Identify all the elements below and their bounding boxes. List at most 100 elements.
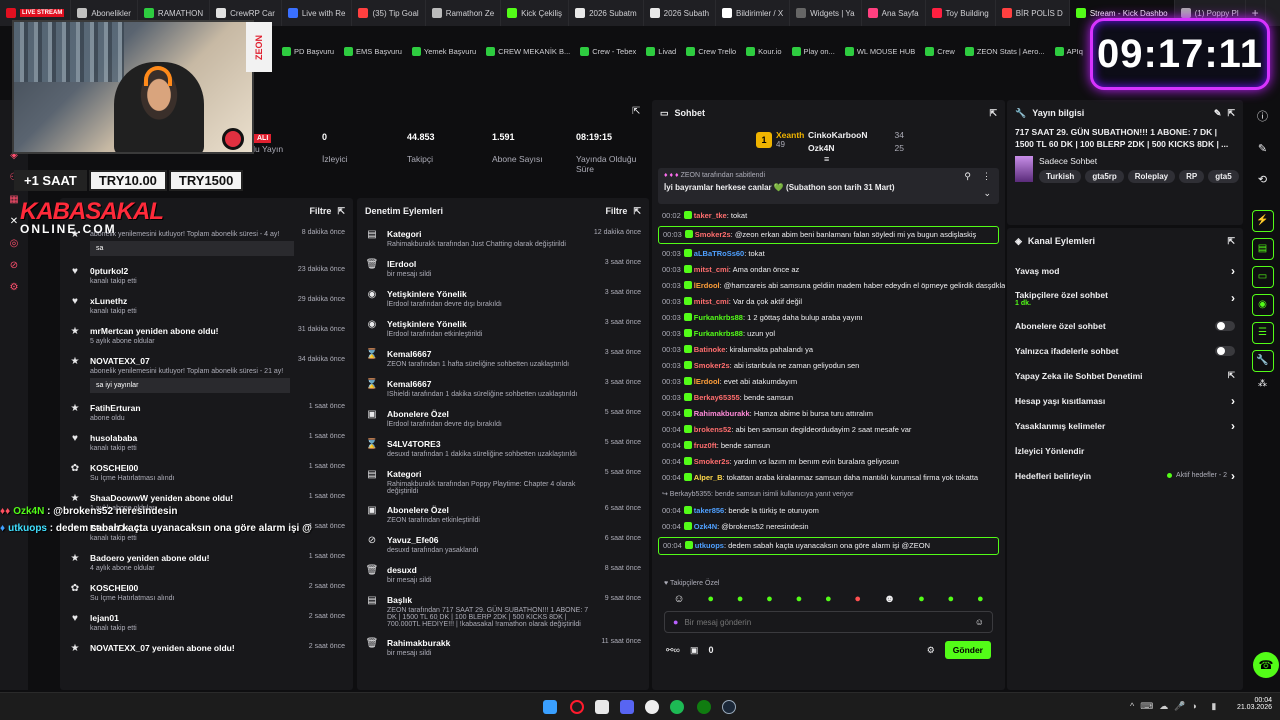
support-icon[interactable]: ☎	[1253, 652, 1279, 678]
activity-item[interactable]: ✿ KOSCHEI00 Su İçme Hatırlatması alındı 2 s…	[60, 578, 353, 608]
chat-message[interactable]: 00:03 aLBaTRoSs60: tokat	[652, 246, 1005, 262]
toggle-switch[interactable]	[1215, 345, 1235, 356]
moderation-item[interactable]: ◉ Yetişkinlere Yönelik lErdool tarafından …	[357, 284, 649, 314]
moderation-item[interactable]: 🗑 Rahimakburakk bir mesajı sildi 11 saat ön…	[357, 633, 649, 663]
chat-message[interactable]: 00:04 taker856: bende la türkiş te oturuy…	[652, 503, 1005, 519]
action-control[interactable]: ›	[1231, 291, 1235, 305]
expand-icon[interactable]: ⇱	[1227, 108, 1235, 119]
emote-icon[interactable]: ●	[918, 593, 925, 605]
grid-icon[interactable]: ▦	[7, 194, 21, 208]
pinned-message[interactable]: ♦ ♦ ♦ ZEON tarafından sabitlendi İyi bay…	[658, 168, 999, 204]
chat-username[interactable]: brokens52	[694, 425, 732, 434]
chat-message[interactable]: 00:04 Ozk4N: @brokens52 neresindesin	[652, 519, 1005, 535]
expand-icon[interactable]: ⇱	[989, 108, 997, 119]
emote-icon[interactable]: ●	[825, 593, 832, 605]
bookmark[interactable]: Crew	[925, 46, 955, 56]
expand-icon[interactable]: ⇱	[337, 206, 345, 217]
emote-icon[interactable]: ●	[977, 593, 984, 605]
action-control[interactable]: ⇱	[1228, 370, 1235, 381]
activity-item[interactable]: ★ FatihErturan abone oldu 1 saat önce	[60, 398, 353, 428]
activity-item[interactable]: ★ NOVATEXX_07 abonelik yenilemesini kutluy…	[60, 351, 353, 398]
bookmark[interactable]: Yemek Başvuru	[411, 46, 476, 56]
activity-item[interactable]: ✿ KOSCHEI00 Su İçme Hatırlatması alındı 1 s…	[60, 458, 353, 488]
chat-input[interactable]	[684, 617, 969, 627]
top-gifter[interactable]: CinkoKarbooN 34	[808, 130, 904, 140]
browser-tab[interactable]: Widgets | Ya	[790, 0, 862, 26]
chat-message[interactable]: 00:03 Furkankrbs88: uzun yol	[652, 326, 1005, 342]
bookmark[interactable]: Crew Trello	[686, 46, 736, 56]
pin-icon[interactable]: ⚲	[964, 171, 971, 182]
send-button[interactable]: Gönder	[944, 641, 991, 659]
emote-icon[interactable]: ●	[948, 593, 955, 605]
chat-message[interactable]: 00:04 Smoker2s: yardım vs lazım mı benım …	[652, 454, 1005, 470]
channel-action[interactable]: Yasaklanmış kelimeler ›	[1007, 413, 1243, 438]
expand-icon[interactable]: ⇱	[633, 206, 641, 217]
chat-username[interactable]: fruz0ft	[694, 441, 717, 450]
info-icon[interactable]: ⓘ	[1245, 108, 1280, 124]
chat-message[interactable]: 00:03 Berkay65355: bende samsun	[652, 390, 1005, 406]
chat-message[interactable]: 00:04 Rahimakburakk: Hamza abime bi bursa…	[652, 406, 1005, 422]
chat-username[interactable]: mitst_cmi	[694, 297, 729, 306]
channel-action[interactable]: Yapay Zeka ile Sohbet Denetimi ⇱	[1007, 363, 1243, 388]
chat-message[interactable]: 00:03 Smoker2s: abi istanbula ne zaman ge…	[652, 358, 1005, 374]
app-icon[interactable]	[595, 700, 609, 714]
moderation-item[interactable]: 🗑 desuxd bir mesajı sildi 8 saat önce	[357, 560, 649, 590]
chat-message[interactable]: 00:04 utkuops: dedem sabah kaçta uyanacak…	[658, 537, 999, 555]
action-control[interactable]: ›	[1231, 419, 1235, 433]
chat-message[interactable]: 00:03 mitst_cmi: Var da çok aktif değil	[652, 294, 1005, 310]
filter-button[interactable]: Filtre	[605, 206, 627, 216]
chat-message[interactable]: 00:04 Alper_B: tokattan araba kiralanmaz …	[652, 470, 1005, 486]
filter-button[interactable]: Filtre	[309, 206, 331, 216]
windows-start-icon[interactable]	[543, 700, 557, 714]
browser-tab[interactable]: Toy Building	[926, 0, 996, 26]
bookmark[interactable]: Kour.io	[746, 46, 782, 56]
collapse-icon[interactable]: ≡	[824, 154, 829, 164]
emote-icon[interactable]: ☺	[673, 593, 684, 605]
chat-bubble-icon[interactable]: ▭	[1251, 266, 1274, 288]
action-control[interactable]	[1215, 320, 1235, 331]
moderation-item[interactable]: ▣ Abonelere Özel ZEON tarafından etkinleşt…	[357, 500, 649, 530]
edit-icon[interactable]: ✎	[1214, 108, 1222, 119]
chat-username[interactable]: lErdool	[694, 281, 720, 290]
emoji-icon[interactable]: ☺	[975, 617, 984, 627]
chat-message[interactable]: ↪ Berkayb5355: bende samsun isimli kulla…	[652, 486, 1005, 503]
bookmark[interactable]: ZEON Stats | Aero...	[964, 46, 1045, 56]
bookmark[interactable]: Crew - Tebex	[580, 46, 636, 56]
moderation-item[interactable]: 🗑 lErdool bir mesajı sildi 3 saat önce	[357, 254, 649, 284]
chat-message[interactable]: 00:04 fruz0ft: bende samsun	[652, 438, 1005, 454]
taskbar-clock[interactable]: 00:04 21.03.2026	[1228, 697, 1272, 711]
discord-icon[interactable]	[620, 700, 634, 714]
top-gifter[interactable]: Ozk4N 25	[808, 143, 904, 153]
spotify-icon[interactable]	[670, 700, 684, 714]
top-gifter[interactable]: 1 Xeanth 49	[756, 130, 804, 149]
xbox-icon[interactable]	[697, 700, 711, 714]
emote-icon[interactable]: ●	[766, 593, 773, 605]
chat-username[interactable]: Ozk4N	[694, 522, 717, 531]
moderation-item[interactable]: ⌛ Kemal6667 ZEON tarafından 1 hafta süreli…	[357, 344, 649, 374]
action-control[interactable]: ›	[1231, 264, 1235, 278]
moderation-item[interactable]: ▣ Abonelere Özel lErdool tarafından devre …	[357, 404, 649, 434]
channel-action[interactable]: Hesap yaşı kısıtlaması ›	[1007, 388, 1243, 413]
activity-item[interactable]: ★ NOVATEXX_07 yeniden abone oldu! 2 saat ö…	[60, 638, 353, 668]
bookmark[interactable]: APIq	[1054, 46, 1083, 56]
emote-icon[interactable]: ●	[737, 593, 744, 605]
bookmark[interactable]: CREW MEKANİK B...	[486, 46, 570, 56]
browser-tab[interactable]: Ana Sayfa	[862, 0, 926, 26]
chat-username[interactable]: taker_tke	[694, 211, 727, 220]
chat-username[interactable]: aLBaTRoSs60	[694, 249, 744, 258]
moderation-item[interactable]: ▤ Başlık ZEON tarafından 717 SAAT 29. GÜN …	[357, 590, 649, 633]
browser-tab[interactable]: Kick Çekiliş	[501, 0, 570, 26]
chat-message[interactable]: 00:02 taker_tke: tokat	[652, 208, 1005, 224]
action-control[interactable]: Aktif hedefler - 2 ›	[1167, 469, 1235, 483]
apps-icon[interactable]: ⁂	[1245, 378, 1280, 389]
moderation-item[interactable]: ◉ Yetişkinlere Yönelik lErdool tarafından …	[357, 314, 649, 344]
browser-tab[interactable]: BİR POLİS D	[996, 0, 1070, 26]
bookmark[interactable]: PD Başvuru	[282, 46, 334, 56]
chat-username[interactable]: Smoker2s	[694, 457, 730, 466]
chat-message[interactable]: 00:03 Smoker2s: @zeon erkan abim beni ban…	[658, 226, 999, 244]
moderation-item[interactable]: ⊘ Yavuz_Efe06 desuxd tarafından yasaklandı…	[357, 530, 649, 560]
mic-icon[interactable]: ●	[673, 617, 678, 627]
wrench-icon[interactable]: 🔧	[1251, 350, 1274, 372]
chat-message[interactable]: 00:03 Furkankrbs88: 1 2 göttaş daha bulup…	[652, 310, 1005, 326]
opera-icon[interactable]	[570, 700, 584, 714]
